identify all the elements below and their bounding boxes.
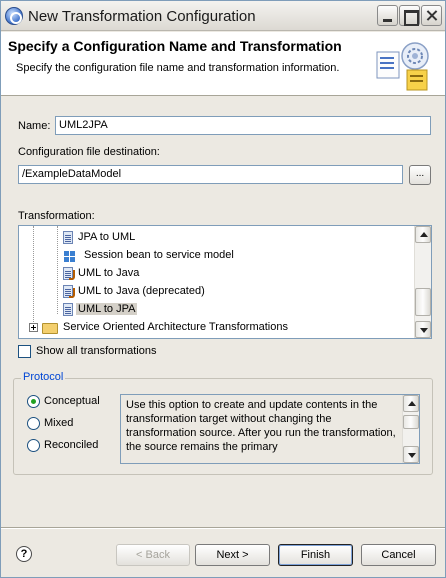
tree-guide-line bbox=[33, 226, 34, 326]
wizard-config-icon bbox=[376, 42, 429, 91]
protocol-description: Use this option to create and update con… bbox=[126, 399, 396, 453]
page-description: Specify the configuration file name and … bbox=[16, 62, 340, 74]
next-button[interactable]: Next > bbox=[195, 544, 270, 566]
scroll-thumb[interactable] bbox=[415, 288, 431, 316]
back-button[interactable]: < Back bbox=[116, 544, 190, 566]
tree-item-label: UML to Java (deprecated) bbox=[78, 285, 205, 297]
tree-item-label: JPA to UML bbox=[78, 231, 136, 243]
description-scrollbar[interactable] bbox=[402, 395, 419, 463]
destination-input[interactable]: /ExampleDataModel bbox=[18, 165, 403, 184]
tree-item-soa-transformations[interactable]: Service Oriented Architecture Transforma… bbox=[29, 319, 290, 336]
title-bar[interactable]: New Transformation Configuration bbox=[1, 1, 445, 31]
transformation-tree[interactable]: JPA to UML Session bean to service model… bbox=[18, 225, 432, 339]
scroll-down-icon[interactable] bbox=[403, 446, 419, 463]
protocol-legend: Protocol bbox=[21, 371, 66, 383]
expand-icon[interactable] bbox=[29, 323, 38, 332]
radio-conceptual[interactable] bbox=[27, 395, 40, 408]
show-all-label[interactable]: Show all transformations bbox=[36, 345, 156, 357]
show-all-checkbox[interactable] bbox=[18, 345, 31, 358]
java-transform-icon bbox=[63, 267, 75, 280]
transformation-config-dialog: New Transformation Configuration Specify… bbox=[0, 0, 446, 578]
scroll-thumb[interactable] bbox=[403, 415, 419, 429]
radio-mixed-label[interactable]: Mixed bbox=[44, 417, 73, 429]
window-title: New Transformation Configuration bbox=[28, 8, 256, 25]
name-label: Name: bbox=[18, 120, 51, 132]
scroll-down-icon[interactable] bbox=[415, 321, 431, 338]
name-input[interactable]: UML2JPA bbox=[55, 116, 431, 135]
scroll-up-icon[interactable] bbox=[403, 395, 419, 412]
app-icon bbox=[5, 7, 23, 25]
page-title: Specify a Configuration Name and Transfo… bbox=[8, 38, 342, 54]
tree-scrollbar[interactable] bbox=[414, 226, 431, 338]
button-bar-separator bbox=[1, 527, 445, 529]
tree-item-uml-to-java-deprecated[interactable]: UML to Java (deprecated) bbox=[63, 283, 207, 300]
tree-item-label: Service Oriented Architecture Transforma… bbox=[63, 321, 288, 333]
name-input-value: UML2JPA bbox=[59, 119, 108, 131]
tree-item-label: UML to Java bbox=[78, 267, 140, 279]
tree-item-label: Session bean to service model bbox=[84, 249, 234, 261]
transform-icon bbox=[63, 303, 73, 316]
tree-item-label: UML to JPA bbox=[76, 303, 138, 315]
tree-item-session-bean[interactable]: Session bean to service model bbox=[63, 247, 236, 264]
folder-icon bbox=[42, 323, 58, 334]
wizard-banner: Specify a Configuration Name and Transfo… bbox=[1, 32, 445, 96]
java-transform-icon bbox=[63, 285, 75, 298]
cancel-button[interactable]: Cancel bbox=[361, 544, 436, 566]
radio-reconciled-label[interactable]: Reconciled bbox=[44, 439, 98, 451]
protocol-description-box[interactable]: Use this option to create and update con… bbox=[120, 394, 420, 464]
radio-reconciled[interactable] bbox=[27, 439, 40, 452]
tree-item-jpa-to-uml[interactable]: JPA to UML bbox=[63, 229, 137, 246]
browse-button[interactable]: ... bbox=[409, 165, 431, 185]
transformation-label: Transformation: bbox=[18, 210, 95, 222]
service-model-icon bbox=[63, 248, 79, 263]
maximize-button[interactable] bbox=[399, 5, 420, 26]
destination-label: Configuration file destination: bbox=[18, 146, 160, 158]
tree-item-uml-to-java[interactable]: UML to Java bbox=[63, 265, 141, 282]
radio-mixed[interactable] bbox=[27, 417, 40, 430]
tree-item-uml-to-jpa[interactable]: UML to JPA bbox=[63, 301, 138, 318]
help-icon[interactable]: ? bbox=[16, 546, 32, 562]
scroll-up-icon[interactable] bbox=[415, 226, 431, 243]
transform-icon bbox=[63, 231, 73, 244]
close-button[interactable] bbox=[421, 5, 442, 26]
radio-conceptual-label[interactable]: Conceptual bbox=[44, 395, 100, 407]
tree-guide-line bbox=[57, 226, 58, 314]
minimize-button[interactable] bbox=[377, 5, 398, 26]
destination-input-value: /ExampleDataModel bbox=[22, 168, 122, 180]
finish-button[interactable]: Finish bbox=[278, 544, 353, 566]
